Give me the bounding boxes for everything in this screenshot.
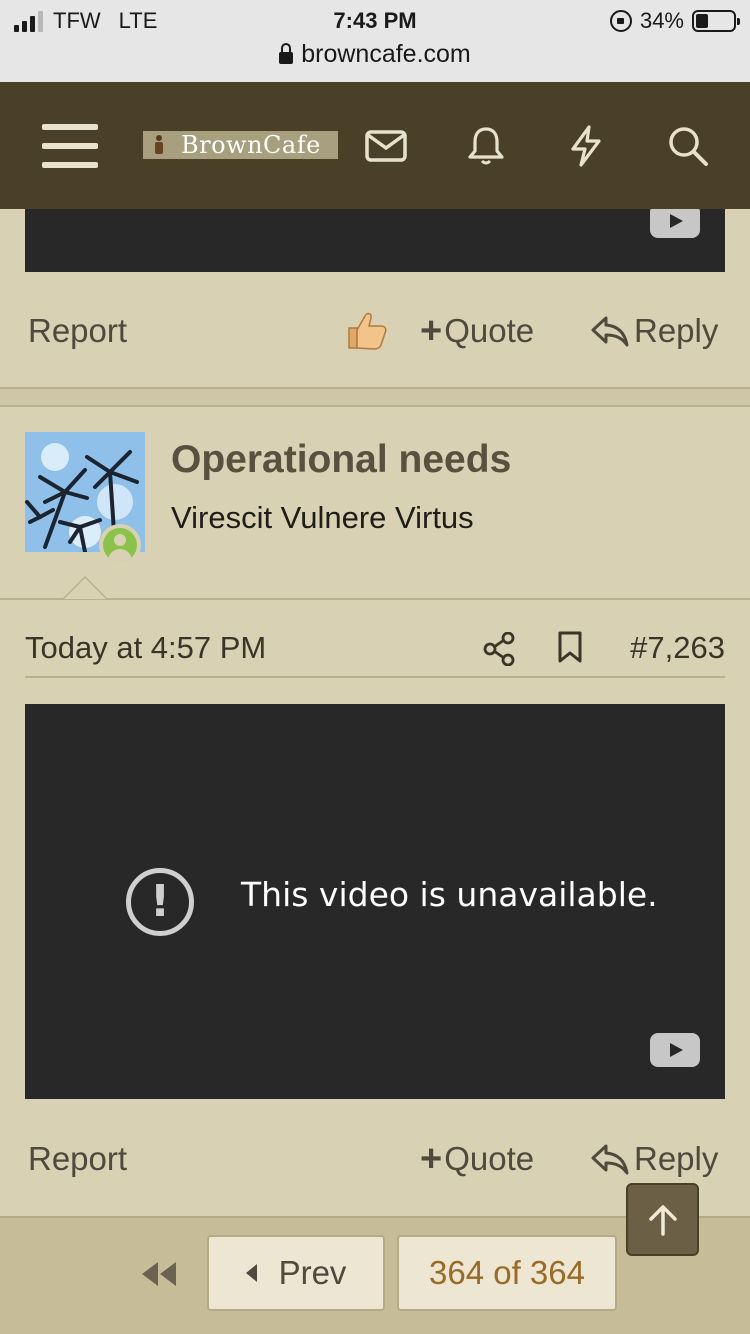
report-link[interactable]: Report xyxy=(28,1124,127,1194)
previous-post-actions: Report + Quote Reply xyxy=(0,296,750,366)
status-right: 34% xyxy=(609,8,740,34)
prev-label: Prev xyxy=(278,1254,347,1291)
status-bar: TFW LTE 7:43 PM 34% browncafe.com xyxy=(0,0,750,82)
site-nav: BrownCafe xyxy=(0,82,750,209)
menu-icon[interactable] xyxy=(30,82,110,209)
address-bar[interactable]: browncafe.com xyxy=(0,40,750,69)
search-icon[interactable] xyxy=(658,82,718,209)
mail-icon[interactable] xyxy=(356,82,416,209)
previous-video-embed[interactable] xyxy=(25,200,725,272)
bookmark-icon[interactable] xyxy=(557,630,583,672)
padlock-icon xyxy=(279,42,294,64)
exclamation-icon: ! xyxy=(126,868,194,936)
reply-button[interactable]: Reply xyxy=(590,296,718,366)
scroll-top-button[interactable] xyxy=(626,1183,699,1256)
arrow-up-icon xyxy=(648,1204,677,1236)
post-number[interactable]: #7,263 xyxy=(630,630,725,666)
youtube-icon[interactable] xyxy=(650,204,700,238)
video-unavailable-text: This video is unavailable. xyxy=(241,875,658,914)
lightning-icon[interactable] xyxy=(556,82,616,209)
report-link[interactable]: Report xyxy=(28,296,127,366)
page-indicator[interactable]: 364 of 364 xyxy=(397,1235,617,1311)
reply-label: Reply xyxy=(634,312,719,349)
battery-percent: 34% xyxy=(639,8,684,33)
logo-mascot-icon xyxy=(153,135,165,155)
youtube-icon[interactable] xyxy=(650,1033,700,1067)
post-divider xyxy=(0,598,750,600)
quote-label: Quote xyxy=(444,312,535,349)
quote-label: Quote xyxy=(444,1140,535,1177)
caret-left-icon xyxy=(245,1264,257,1282)
url-text: browncafe.com xyxy=(301,40,471,68)
share-icon[interactable] xyxy=(483,631,515,674)
battery-icon xyxy=(692,10,740,32)
reply-label: Reply xyxy=(634,1140,719,1177)
rotation-lock-icon xyxy=(609,10,632,32)
bell-icon[interactable] xyxy=(456,82,516,209)
prev-page-button[interactable]: Prev xyxy=(207,1235,385,1311)
online-status-icon xyxy=(99,524,141,566)
quote-button[interactable]: + Quote xyxy=(420,296,534,366)
post-date[interactable]: Today at 4:57 PM xyxy=(25,630,266,666)
quote-button[interactable]: + Quote xyxy=(420,1124,534,1194)
site-logo[interactable]: BrownCafe xyxy=(143,131,338,159)
post-meta: Today at 4:57 PM #7,263 xyxy=(25,620,725,678)
user-title: Virescit Vulnere Virtus xyxy=(171,500,474,535)
plus-icon: + xyxy=(420,309,443,352)
reply-icon xyxy=(591,316,629,347)
post-separator xyxy=(0,387,750,407)
plus-icon: + xyxy=(420,1137,443,1180)
battery-fill xyxy=(696,14,709,28)
message-arrow xyxy=(62,576,108,599)
reply-icon xyxy=(591,1144,629,1175)
logo-text: BrownCafe xyxy=(181,131,321,159)
first-page-icon[interactable] xyxy=(138,1258,180,1290)
post-author[interactable]: Operational needs xyxy=(171,438,511,482)
like-icon[interactable] xyxy=(345,296,389,366)
